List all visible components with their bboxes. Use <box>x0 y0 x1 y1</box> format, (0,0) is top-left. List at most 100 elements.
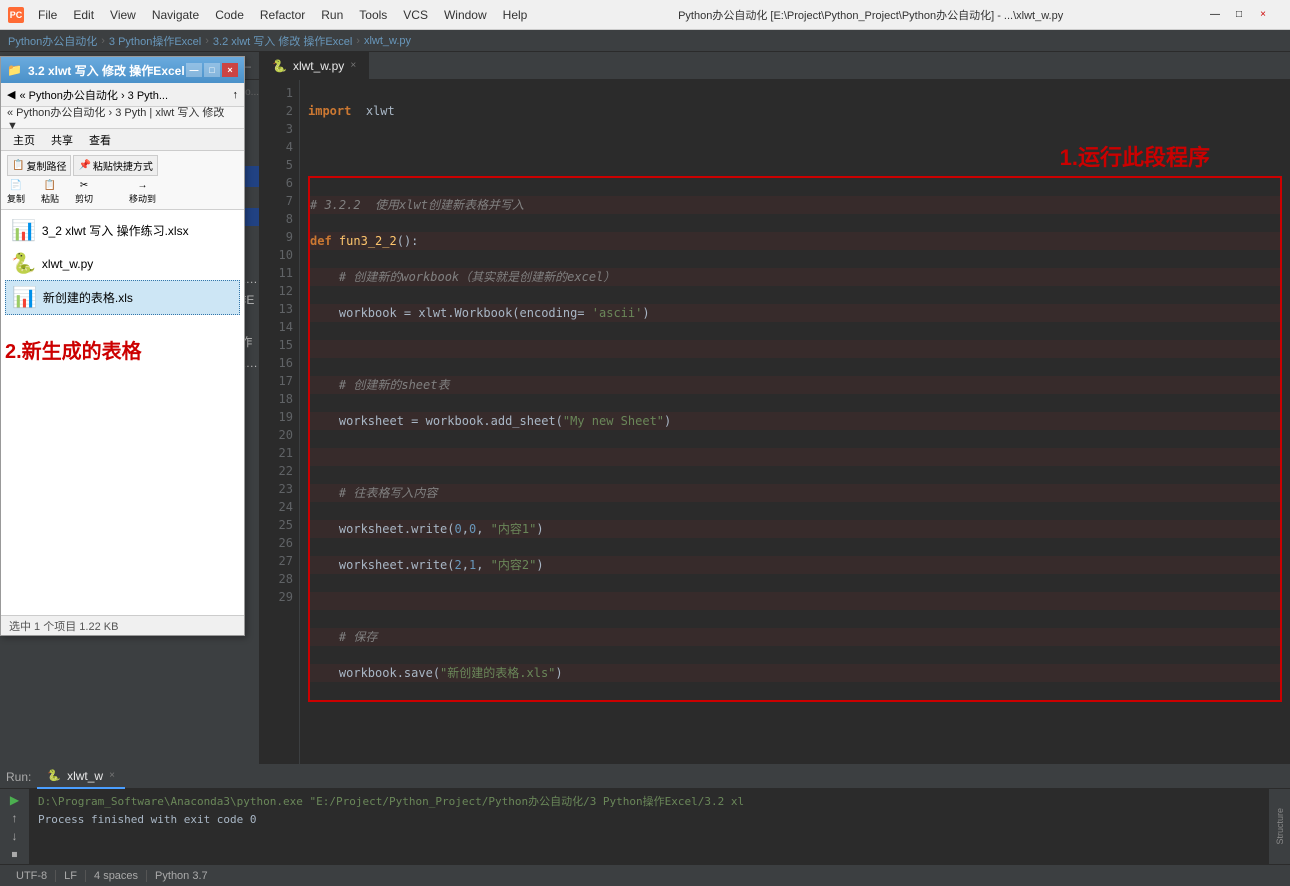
we-btn-paste[interactable]: 📋 粘贴 <box>41 180 59 205</box>
py-filename: xlwt_w.py <box>42 257 93 271</box>
we-menu-view[interactable]: 查看 <box>81 130 119 150</box>
we-controls: — □ × <box>186 63 238 77</box>
editor-tab-bar: 🐍 xlwt_w.py × <box>260 52 1290 80</box>
title-bar: PC File Edit View Navigate Code Refactor… <box>0 0 1290 30</box>
we-title-text: 3.2 xlwt 写入 修改 操作Excel <box>28 62 185 79</box>
paste-shortcut-label: 粘贴快捷方式 <box>93 158 153 173</box>
breadcrumb-item-4[interactable]: xlwt_w.py <box>364 35 411 47</box>
menu-navigate[interactable]: Navigate <box>144 6 207 24</box>
we-btn-paste-shortcut[interactable]: 📌 粘贴快捷方式 <box>73 155 157 176</box>
run-stop-button[interactable]: ⏹ <box>4 847 26 862</box>
breadcrumb-sep-2: › <box>205 35 209 47</box>
code-content[interactable]: import xlwt # 3.2.2 使用xlwt创建新表格并写入 def f… <box>300 80 1290 764</box>
run-output-line: Process finished with exit code 0 <box>38 813 1260 826</box>
we-path-suffix: 3 Pyth... <box>128 90 168 102</box>
we-minimize-btn[interactable]: — <box>186 63 202 77</box>
we-btn-copy[interactable]: 📄 复制 <box>7 180 25 205</box>
we-menu-bar: 主页 共享 查看 <box>1 129 244 151</box>
we-menu-home[interactable]: 主页 <box>5 130 43 150</box>
copy-icon: 📄 <box>10 180 22 191</box>
we-toolbar-row2: 📄 复制 📋 粘贴 ✂ 剪切 → 移动到 <box>7 180 238 205</box>
we-file-list: 📊 3_2 xlwt 写入 操作练习.xlsx 🐍 xlwt_w.py 📊 新创… <box>1 210 244 615</box>
xls-filename: 新创建的表格.xls <box>43 289 133 306</box>
we-menu-share[interactable]: 共享 <box>43 130 81 150</box>
we-close-btn[interactable]: × <box>222 63 238 77</box>
we-breadcrumb: « Python办公自动化 › 3 Pyth | xlwt 写入 修改 ▼ <box>1 107 244 129</box>
copy-path-icon: 📋 <box>12 160 24 171</box>
move-label: 移动到 <box>129 192 156 205</box>
code-editor: 🐍 xlwt_w.py × 12345 678910 1112131415 16… <box>260 52 1290 764</box>
paste-icon: 📋 <box>44 180 56 191</box>
menu-view[interactable]: View <box>102 6 144 24</box>
xlsx-filename: 3_2 xlwt 写入 操作练习.xlsx <box>42 222 189 239</box>
move-icon: → <box>138 180 148 191</box>
we-status-bar: 选中 1 个项目 1.22 KB <box>1 615 244 635</box>
tab-close-icon[interactable]: × <box>350 60 356 71</box>
menu-window[interactable]: Window <box>436 6 495 24</box>
menu-refactor[interactable]: Refactor <box>252 6 313 24</box>
close-button[interactable]: × <box>1254 6 1272 24</box>
windows-explorer: 📁 3.2 xlwt 写入 修改 操作Excel — □ × ◀ « Pytho… <box>0 56 245 636</box>
run-tab-close-icon[interactable]: × <box>109 770 115 781</box>
run-label: Run: <box>6 770 31 784</box>
editor-tab-xlwt[interactable]: 🐍 xlwt_w.py × <box>260 52 369 80</box>
menu-help[interactable]: Help <box>495 6 536 24</box>
we-path-prefix: « Python办公自动化 › <box>19 90 127 102</box>
status-encoding: UTF-8 <box>8 870 56 882</box>
run-output: D:\Program_Software\Anaconda3\python.exe… <box>30 789 1268 864</box>
window-controls: — □ × <box>1206 6 1272 24</box>
breadcrumb-item-2[interactable]: 3 Python操作Excel <box>109 33 201 49</box>
paste-label: 粘贴 <box>41 192 59 205</box>
breadcrumb-item-1[interactable]: Python办公自动化 <box>8 33 97 49</box>
app-icon: PC <box>8 7 24 23</box>
run-tab-icon: 🐍 <box>47 769 61 782</box>
menu-edit[interactable]: Edit <box>65 6 102 24</box>
status-bar: UTF-8 LF 4 spaces Python 3.7 <box>0 864 1290 886</box>
structure-panel: Structure <box>1268 789 1290 864</box>
run-row: ▶ ↑ ↓ ⏹ D:\Program_Software\Anaconda3\py… <box>0 789 1290 864</box>
run-play-button[interactable]: ▶ <box>4 793 26 807</box>
we-file-py[interactable]: 🐍 xlwt_w.py <box>5 247 240 280</box>
we-title-bar: 📁 3.2 xlwt 写入 修改 操作Excel — □ × <box>1 57 244 83</box>
menu-vcs[interactable]: VCS <box>395 6 436 24</box>
we-maximize-btn[interactable]: □ <box>204 63 220 77</box>
status-line-sep: LF <box>56 870 86 882</box>
we-path-icons: ↑ <box>233 89 239 101</box>
we-up-icon[interactable]: ↑ <box>233 89 239 101</box>
run-down-button[interactable]: ↓ <box>4 829 26 843</box>
menu-run[interactable]: Run <box>313 6 351 24</box>
we-file-xls-selected[interactable]: 📊 新创建的表格.xls <box>5 280 240 315</box>
annotation-area: 2.新生成的表格 <box>5 335 240 364</box>
breadcrumb-item-3[interactable]: 3.2 xlwt 写入 修改 操作Excel <box>213 33 352 49</box>
cut-label: 剪切 <box>75 192 93 205</box>
minimize-button[interactable]: — <box>1206 6 1224 24</box>
window-title: Python办公自动化 [E:\Project\Python_Project\P… <box>535 7 1206 23</box>
we-btn-move[interactable]: → 移动到 <box>129 180 156 205</box>
run-tab-name: xlwt_w <box>67 769 103 783</box>
run-toolbar: ▶ ↑ ↓ ⏹ <box>0 789 30 864</box>
we-breadcrumb-text: « Python办公自动化 › 3 Pyth | xlwt 写入 修改 ▼ <box>7 104 238 132</box>
xls-file-icon: 📊 <box>12 285 37 310</box>
copy-label: 复制 <box>7 192 25 205</box>
status-python: Python 3.7 <box>147 870 216 882</box>
we-folder-icon: 📁 <box>7 63 22 77</box>
maximize-button[interactable]: □ <box>1230 6 1248 24</box>
menu-tools[interactable]: Tools <box>351 6 395 24</box>
menu-code[interactable]: Code <box>207 6 252 24</box>
breadcrumb-sep-3: › <box>356 35 360 47</box>
tab-icon-py: 🐍 <box>272 59 287 73</box>
annotation-left: 2.新生成的表格 <box>5 335 142 364</box>
menu-file[interactable]: File <box>30 6 65 24</box>
we-btn-copy-path[interactable]: 📋 复制路径 <box>7 155 71 176</box>
we-btn-cut[interactable]: ✂ 剪切 <box>75 180 93 205</box>
we-file-xlsx[interactable]: 📊 3_2 xlwt 写入 操作练习.xlsx <box>5 214 240 247</box>
tab-label-xlwt: xlwt_w.py <box>293 59 344 73</box>
structure-label: Structure <box>1275 808 1285 845</box>
run-tab-xlwt[interactable]: 🐍 xlwt_w × <box>37 765 125 789</box>
ide-breadcrumb: Python办公自动化 › 3 Python操作Excel › 3.2 xlwt… <box>0 30 1290 52</box>
run-up-button[interactable]: ↑ <box>4 811 26 825</box>
py-file-icon-we: 🐍 <box>11 251 36 276</box>
copy-path-label: 复制路径 <box>26 158 66 173</box>
we-back-icon[interactable]: ◀ <box>7 88 15 101</box>
run-command-line: D:\Program_Software\Anaconda3\python.exe… <box>38 793 1260 809</box>
